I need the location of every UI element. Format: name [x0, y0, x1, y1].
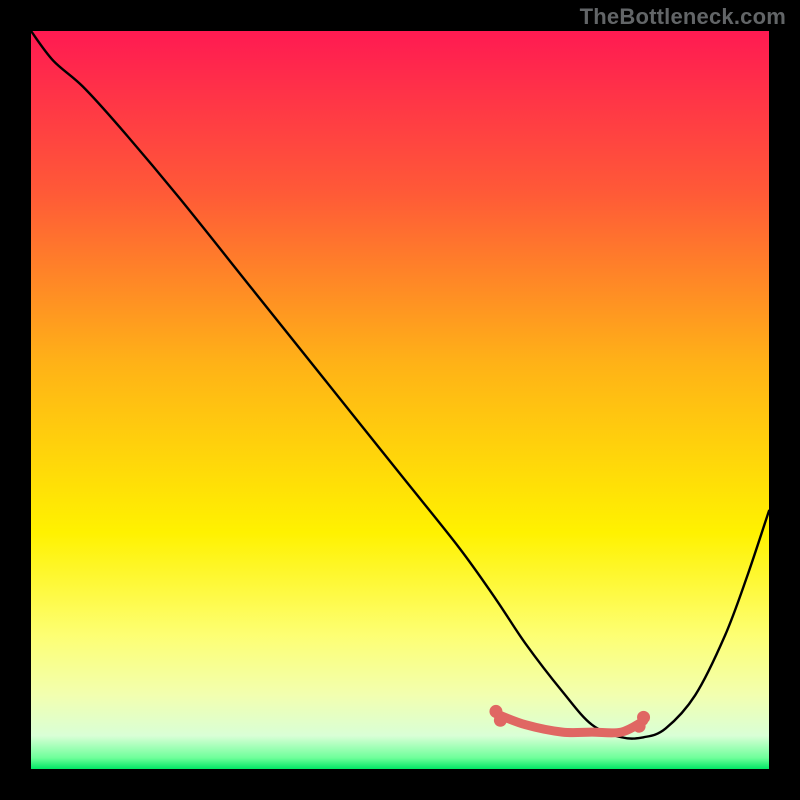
watermark-text: TheBottleneck.com — [580, 4, 786, 30]
highlight-dot — [637, 711, 650, 724]
chart-frame: TheBottleneck.com — [0, 0, 800, 800]
chart-svg — [31, 31, 769, 769]
chart-background-gradient — [31, 31, 769, 769]
chart-plot-area — [31, 31, 769, 769]
highlight-dot — [494, 714, 507, 727]
